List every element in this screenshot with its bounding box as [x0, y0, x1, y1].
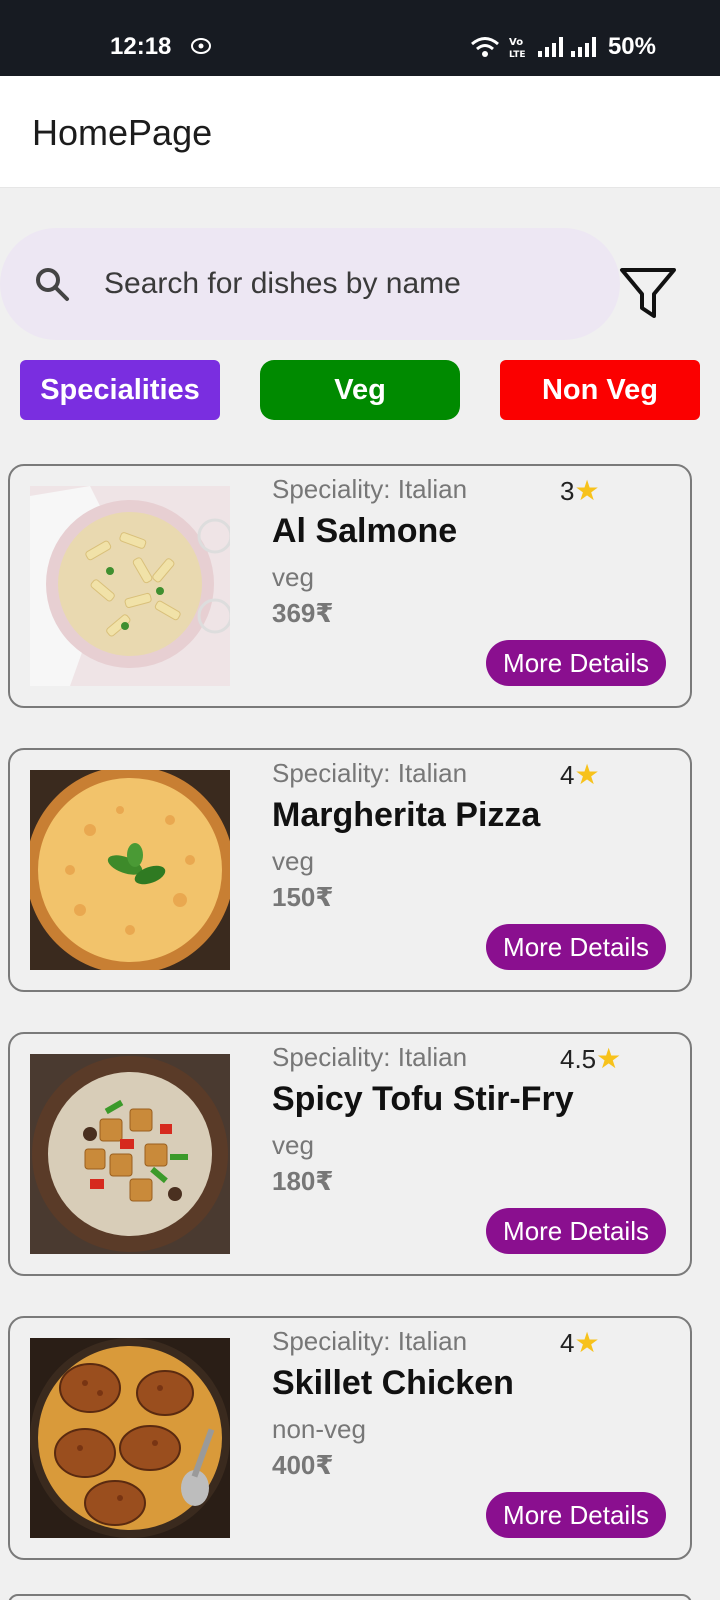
filter-icon[interactable] [618, 266, 678, 322]
dish-price: 369₹ [272, 598, 334, 628]
volte-icon: Vo LTE [509, 37, 526, 59]
page-title: HomePage [32, 112, 213, 153]
dish-card[interactable]: Speciality: Italian 4★ Margherita Pizza … [8, 748, 692, 992]
dish-card[interactable]: Speciality: Italian 3★ Al Salmone veg 36… [8, 464, 692, 708]
star-icon: ★ [574, 475, 600, 506]
dish-card[interactable] [8, 1594, 692, 1600]
chip-specialities[interactable]: Specialities [20, 360, 220, 420]
chip-non-veg[interactable]: Non Veg [500, 360, 700, 420]
dish-speciality: Speciality: Italian [272, 1042, 468, 1072]
dish-name: Al Salmone [272, 512, 458, 550]
nfc-icon [191, 38, 211, 54]
dish-rating: 3★ [560, 475, 600, 506]
dish-card[interactable]: Speciality: Italian 4.5★ Spicy Tofu Stir… [8, 1032, 692, 1276]
more-details-button[interactable]: More Details [486, 640, 666, 686]
dish-image [30, 770, 230, 970]
search-icon [36, 268, 69, 301]
dish-name: Margherita Pizza [272, 796, 541, 834]
battery-percent: 50% [607, 33, 656, 60]
status-icons: Vo LTE 50% [470, 33, 656, 61]
signal-icon [570, 37, 596, 57]
dish-type: non-veg [272, 1414, 366, 1444]
svg-text:LTE: LTE [509, 50, 526, 59]
dish-name: Spicy Tofu Stir-Fry [272, 1080, 574, 1118]
app-bar: HomePage [0, 76, 720, 188]
dish-image [30, 1054, 230, 1254]
dish-image [30, 486, 230, 686]
star-icon: ★ [574, 759, 600, 790]
dish-card[interactable]: Speciality: Italian 4★ Skillet Chicken n… [8, 1316, 692, 1560]
more-details-button[interactable]: More Details [486, 1208, 666, 1254]
dish-price: 180₹ [272, 1166, 334, 1196]
search-bar[interactable] [0, 228, 620, 340]
wifi-icon [470, 37, 499, 57]
status-bar: 12:18 Vo LTE 50% [0, 0, 720, 76]
more-details-button[interactable]: More Details [486, 1492, 666, 1538]
svg-text:Vo: Vo [509, 37, 523, 48]
dish-speciality: Speciality: Italian [272, 474, 468, 504]
dish-speciality: Speciality: Italian [272, 1326, 468, 1356]
dish-name: Skillet Chicken [272, 1364, 514, 1402]
more-details-button[interactable]: More Details [486, 924, 666, 970]
dish-rating: 4★ [560, 759, 600, 790]
dish-image [30, 1338, 230, 1538]
dish-type: veg [272, 1130, 314, 1160]
dish-rating: 4★ [560, 1327, 600, 1358]
dish-type: veg [272, 846, 314, 876]
signal-icon [537, 37, 563, 57]
star-icon: ★ [574, 1327, 600, 1358]
star-icon: ★ [596, 1043, 622, 1074]
dish-speciality: Speciality: Italian [272, 758, 468, 788]
search-input[interactable] [104, 260, 594, 308]
chip-veg[interactable]: Veg [260, 360, 460, 420]
dish-type: veg [272, 562, 314, 592]
dish-price: 400₹ [272, 1450, 334, 1480]
dish-rating: 4.5★ [560, 1043, 622, 1074]
dish-price: 150₹ [272, 882, 334, 912]
status-time: 12:18 [110, 33, 172, 60]
